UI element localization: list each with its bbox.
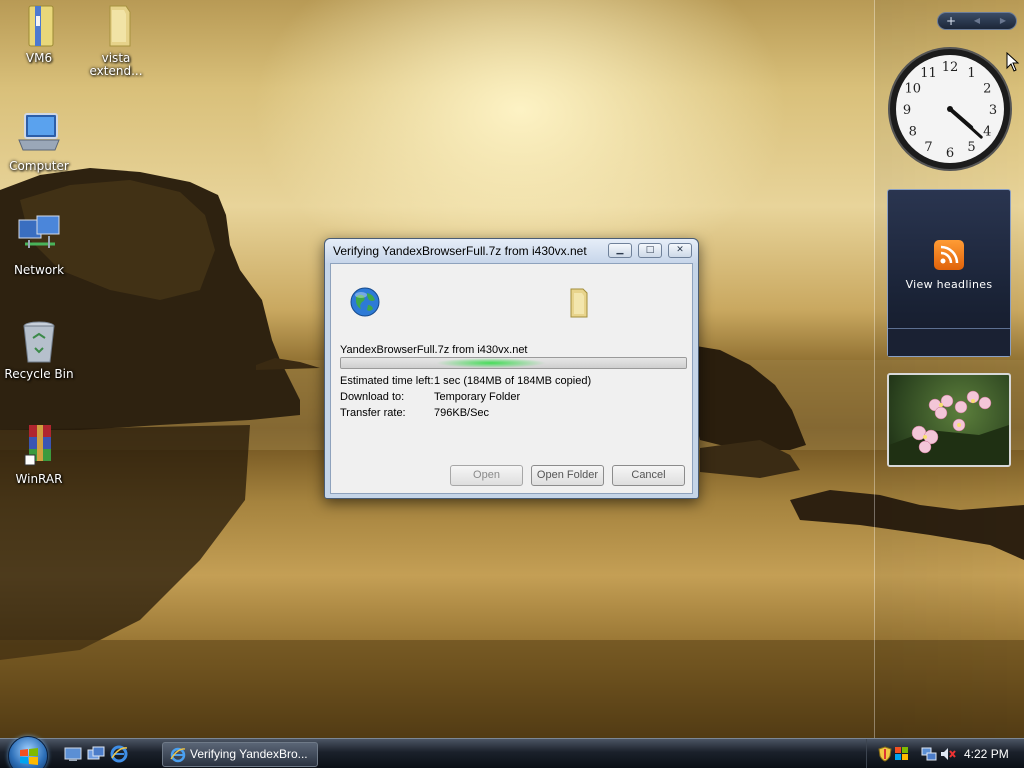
- clock-numeral: 11: [920, 66, 937, 81]
- clock-numeral: 3: [989, 103, 997, 118]
- folder-icon: [109, 5, 131, 47]
- network-icon: [18, 215, 60, 248]
- transfer-rate-value: 796KB/Sec: [434, 407, 490, 419]
- feed-headlines-gadget[interactable]: View headlines: [887, 189, 1011, 357]
- clock-gadget[interactable]: 12 12 3 45678 9 1011: [887, 46, 1013, 172]
- flowers-photo: [889, 390, 1009, 465]
- show-desktop-icon[interactable]: [64, 745, 82, 763]
- notification-area: 4:22 PM: [866, 739, 1024, 768]
- download-progress-bar: [340, 357, 687, 369]
- clock-numeral: 1: [967, 66, 975, 81]
- clock-numeral: 5: [967, 140, 975, 155]
- internet-explorer-icon[interactable]: [110, 745, 128, 763]
- minimize-button[interactable]: ▁: [608, 243, 632, 258]
- download-dialog[interactable]: Verifying YandexBrowserFull.7z from i430…: [324, 238, 699, 499]
- download-filename: YandexBrowserFull.7z from i430vx.net: [340, 344, 528, 356]
- feed-footer: [888, 328, 1010, 356]
- desktop-icon-computer[interactable]: Computer: [1, 110, 77, 173]
- desktop-icon-label: Network: [13, 263, 65, 277]
- clock-numeral: 12: [942, 60, 959, 75]
- destination-folder-icon: [570, 288, 588, 318]
- maximize-button[interactable]: □: [638, 243, 662, 258]
- desktop-icon-winrar[interactable]: WinRAR: [1, 423, 77, 486]
- open-folder-button[interactable]: Open Folder: [531, 465, 604, 486]
- volume-muted-icon[interactable]: [940, 746, 956, 762]
- view-headlines-label: View headlines: [905, 278, 993, 291]
- desktop-icon-vista-extend[interactable]: vista extend...: [78, 2, 154, 78]
- transfer-rate-label: Transfer rate:: [340, 407, 406, 419]
- progress-glow: [436, 358, 546, 368]
- desktop-icon-label: Recycle Bin: [4, 367, 74, 381]
- globe-icon: [350, 287, 380, 317]
- taskbar-button-download[interactable]: Verifying YandexBro...: [162, 742, 318, 767]
- clock-numeral: 8: [909, 125, 917, 140]
- next-gadgets-button[interactable]: ▶: [992, 13, 1014, 29]
- mouse-pointer-icon: [1006, 52, 1020, 72]
- download-to-value: Temporary Folder: [434, 391, 521, 403]
- switch-windows-icon[interactable]: [87, 745, 105, 763]
- recycle-bin-icon: [23, 321, 55, 363]
- desktop-icon-label: VM6: [25, 51, 53, 65]
- desktop-icon-label: WinRAR: [15, 472, 63, 486]
- windows-update-icon[interactable]: [894, 746, 910, 762]
- computer-icon: [18, 113, 60, 151]
- taskbar-clock[interactable]: 4:22 PM: [964, 747, 1009, 761]
- windows-sidebar: + ◀ ▶ 12 1 2 3 4 5 6 7 8 9 10 11 View headlines: [874, 0, 1024, 738]
- desktop-icon-recycle-bin[interactable]: Recycle Bin: [1, 318, 77, 381]
- network-status-icon[interactable]: [921, 746, 937, 762]
- download-to-label: Download to:: [340, 391, 405, 403]
- clock-numeral: 9: [903, 103, 911, 118]
- sidebar-controls: + ◀ ▶: [937, 12, 1017, 30]
- desktop-icon-network[interactable]: Network: [1, 214, 77, 277]
- dialog-titlebar[interactable]: Verifying YandexBrowserFull.7z from i430…: [325, 239, 698, 263]
- security-shield-icon[interactable]: [877, 746, 893, 762]
- desktop-icon-vm6[interactable]: VM6: [1, 2, 77, 65]
- slideshow-gadget[interactable]: [887, 373, 1011, 467]
- folder-zip-icon: [28, 5, 54, 47]
- close-button[interactable]: ✕: [668, 243, 692, 258]
- clock-numeral: 10: [904, 82, 921, 97]
- rss-icon: [934, 240, 964, 270]
- clock-numeral: 4: [983, 125, 991, 140]
- desktop-icon-label: vista extend...: [89, 51, 143, 78]
- dialog-title: Verifying YandexBrowserFull.7z from i430…: [333, 244, 587, 258]
- cancel-button[interactable]: Cancel: [612, 465, 685, 486]
- start-button[interactable]: [8, 736, 48, 768]
- internet-explorer-icon: [170, 747, 186, 763]
- desktop-icon-label: Computer: [9, 159, 69, 173]
- add-gadget-button[interactable]: +: [940, 13, 962, 29]
- windows-logo-icon: [20, 748, 38, 765]
- clock-numeral: 7: [924, 140, 932, 155]
- clock-numeral: 6: [946, 146, 954, 161]
- taskbar: Verifying YandexBro... 4:22 PM: [0, 736, 1024, 768]
- dialog-body: YandexBrowserFull.7z from i430vx.net Est…: [330, 263, 693, 494]
- time-left-label: Estimated time left:: [340, 375, 434, 387]
- winrar-icon: [24, 425, 51, 466]
- time-left-value: 1 sec (184MB of 184MB copied): [434, 375, 592, 387]
- previous-gadgets-button[interactable]: ◀: [966, 13, 988, 29]
- open-button[interactable]: Open: [450, 465, 523, 486]
- clock-numeral: 2: [983, 82, 991, 97]
- taskbar-button-label: Verifying YandexBro...: [190, 747, 308, 761]
